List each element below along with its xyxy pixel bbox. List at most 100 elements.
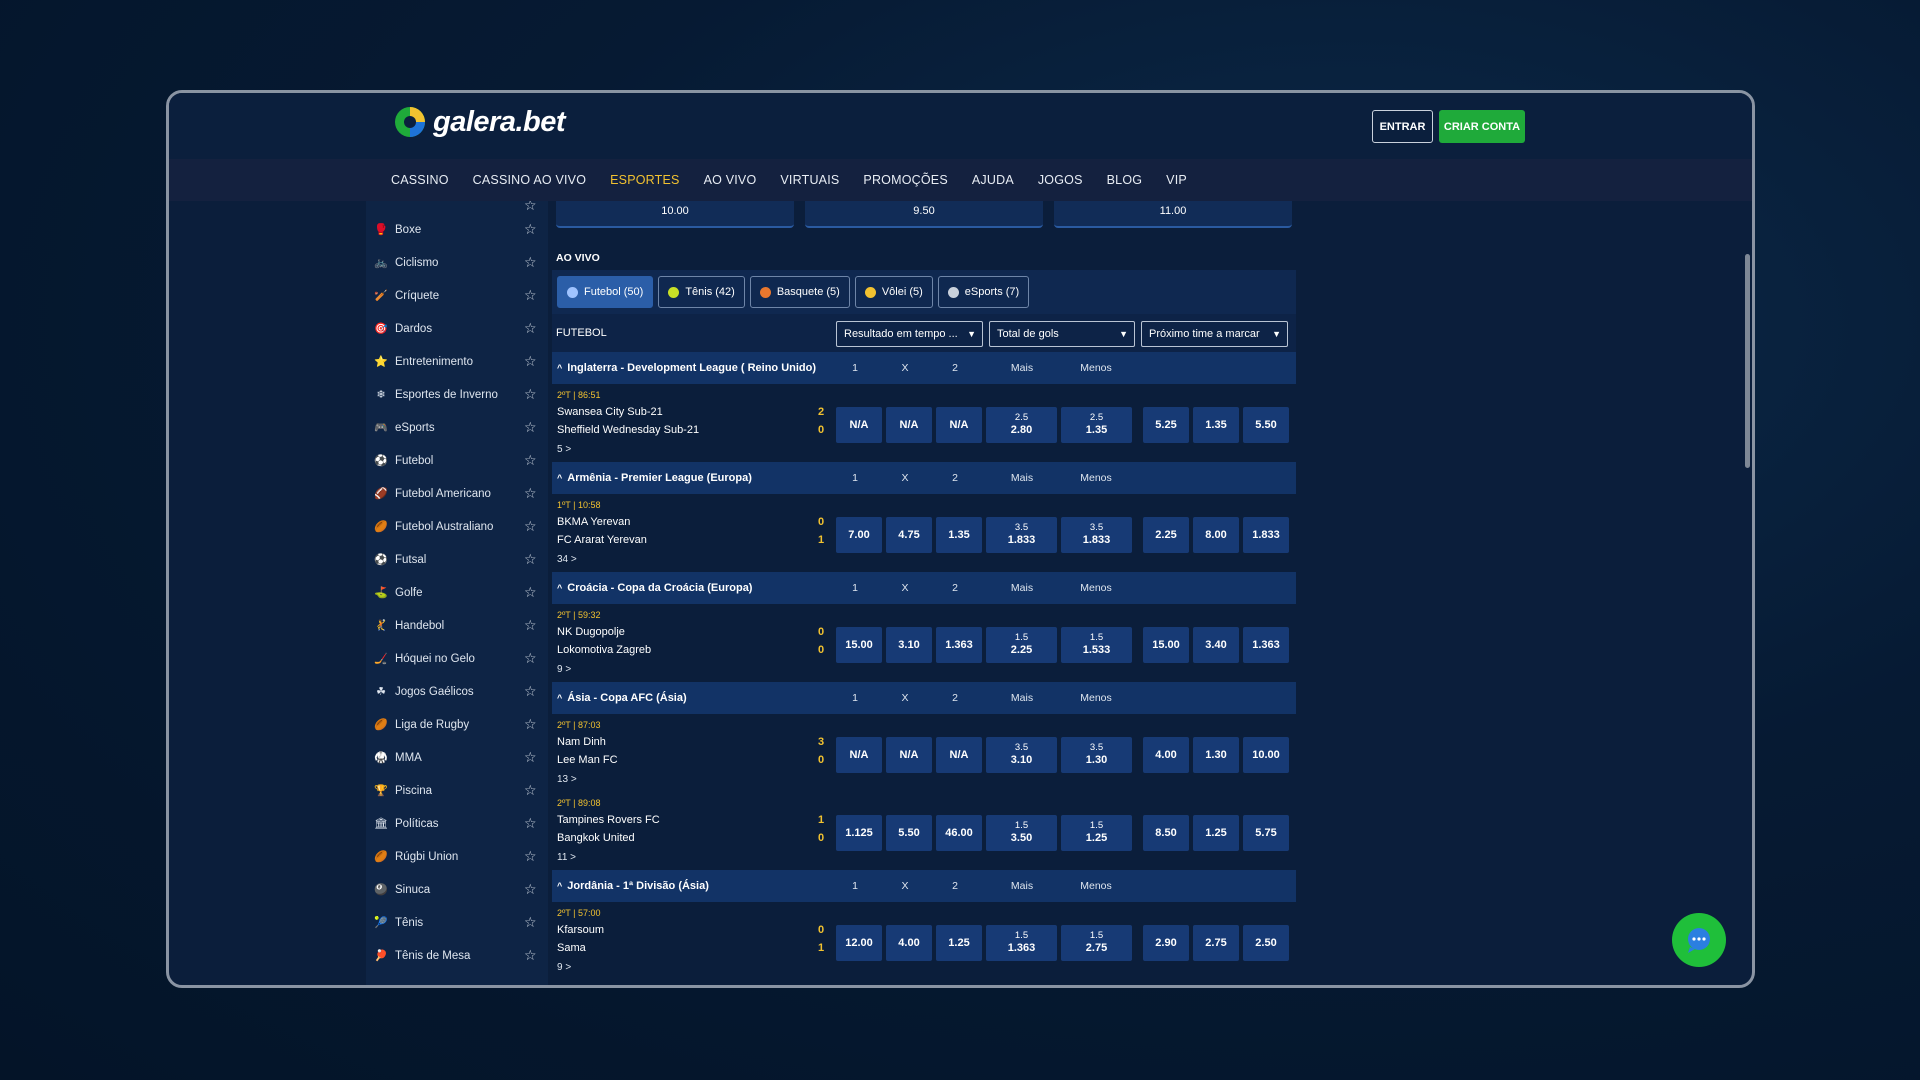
under-odd-button[interactable]: 1.5 2.75 <box>1061 925 1132 961</box>
sidebar-item[interactable]: 🏉 Liga de Rugby ☆ <box>366 708 548 741</box>
odd-button[interactable]: 1.25 <box>936 925 982 961</box>
next-team-odd-button[interactable]: 15.00 <box>1143 627 1189 663</box>
next-team-odd-button[interactable]: 1.35 <box>1193 407 1239 443</box>
away-team[interactable]: FC Ararat Yerevan <box>557 534 647 546</box>
star-icon[interactable]: ☆ <box>524 255 538 269</box>
star-icon[interactable]: ☆ <box>524 519 538 533</box>
more-markets-link[interactable]: 9 > <box>557 962 571 973</box>
odd-button[interactable]: 12.00 <box>836 925 882 961</box>
nav-link-7[interactable]: JOGOS <box>1038 173 1083 187</box>
star-icon[interactable]: ☆ <box>524 948 538 962</box>
sport-tab[interactable]: Basquete (5) <box>749 276 850 308</box>
sidebar-item[interactable]: ❄ Esportes de Inverno ☆ <box>366 378 548 411</box>
sidebar-item[interactable]: 🏉 Futebol Australiano ☆ <box>366 510 548 543</box>
sidebar-item[interactable]: ⚽ Futsal ☆ <box>366 543 548 576</box>
sidebar-item[interactable]: 🏉 Rúgbi Union ☆ <box>366 840 548 873</box>
star-icon[interactable]: ☆ <box>524 552 538 566</box>
odd-button[interactable]: 7.00 <box>836 517 882 553</box>
market-select-next-team[interactable]: Próximo time a marcar ▼ <box>1141 321 1288 347</box>
next-team-odd-button[interactable]: 5.75 <box>1243 815 1289 851</box>
star-icon[interactable]: ☆ <box>524 750 538 764</box>
sidebar-item[interactable]: 🚲 Ciclismo ☆ <box>366 246 548 279</box>
league-header[interactable]: ^ Croácia - Copa da Croácia (Europa) 1 X 2 Ma… <box>552 572 1296 604</box>
sidebar-item[interactable]: 🏓 Tênis de Mesa ☆ <box>366 939 548 972</box>
more-markets-link[interactable]: 9 > <box>557 664 571 675</box>
league-header[interactable]: ^ Armênia - Premier League (Europa) 1 X 2 Mai… <box>552 462 1296 494</box>
sidebar-item[interactable]: 🥋 MMA ☆ <box>366 741 548 774</box>
home-team[interactable]: Swansea City Sub-21 <box>557 406 663 418</box>
nav-link-3[interactable]: AO VIVO <box>704 173 757 187</box>
sport-tab[interactable]: Futebol (50) <box>557 276 654 308</box>
nav-link-9[interactable]: VIP <box>1166 173 1187 187</box>
nav-link-0[interactable]: CASSINO <box>391 173 449 187</box>
page-scrollbar[interactable] <box>1745 254 1750 468</box>
nav-link-1[interactable]: CASSINO AO VIVO <box>473 173 586 187</box>
nav-link-5[interactable]: PROMOÇÕES <box>863 173 947 187</box>
next-team-odd-button[interactable]: 2.90 <box>1143 925 1189 961</box>
chevron-up-icon[interactable]: ^ <box>557 583 562 593</box>
sidebar-item[interactable]: ⭐ Entretenimento ☆ <box>366 345 548 378</box>
over-odd-button[interactable]: 1.5 3.50 <box>986 815 1057 851</box>
more-markets-link[interactable]: 34 > <box>557 554 577 565</box>
market-select-total-goals[interactable]: Total de gols ▼ <box>989 321 1135 347</box>
odd-button[interactable]: N/A <box>836 407 882 443</box>
next-team-odd-button[interactable]: 2.50 <box>1243 925 1289 961</box>
star-icon[interactable]: ☆ <box>524 783 538 797</box>
chevron-up-icon[interactable]: ^ <box>557 363 562 373</box>
star-icon[interactable]: ☆ <box>524 486 538 500</box>
star-icon[interactable]: ☆ <box>524 618 538 632</box>
sidebar-item[interactable]: 🏛 Políticas ☆ <box>366 807 548 840</box>
chevron-up-icon[interactable]: ^ <box>557 881 562 891</box>
next-team-odd-button[interactable]: 1.30 <box>1193 737 1239 773</box>
sidebar-item[interactable]: 🏈 Futebol Americano ☆ <box>366 477 548 510</box>
under-odd-button[interactable]: 1.5 1.533 <box>1061 627 1132 663</box>
home-team[interactable]: BKMA Yerevan <box>557 516 630 528</box>
home-team[interactable]: NK Dugopolje <box>557 626 625 638</box>
odd-button[interactable]: N/A <box>886 737 932 773</box>
away-team[interactable]: Lokomotiva Zagreb <box>557 644 651 656</box>
league-header[interactable]: ^ Inglaterra - Development League ( Reino… <box>552 352 1296 384</box>
star-icon[interactable]: ☆ <box>524 222 538 236</box>
market-select-result[interactable]: Resultado em tempo ... ▼ <box>836 321 983 347</box>
over-odd-button[interactable]: 2.5 2.80 <box>986 407 1057 443</box>
odd-button[interactable]: 5.50 <box>886 815 932 851</box>
sport-tab[interactable]: Tênis (42) <box>658 276 745 308</box>
odd-button[interactable]: 46.00 <box>936 815 982 851</box>
sidebar-item[interactable]: 🎯 Dardos ☆ <box>366 312 548 345</box>
sidebar-item[interactable]: 🎾 Tênis ☆ <box>366 906 548 939</box>
more-markets-link[interactable]: 5 > <box>557 444 571 455</box>
next-team-odd-button[interactable]: 2.75 <box>1193 925 1239 961</box>
chevron-up-icon[interactable]: ^ <box>557 693 562 703</box>
sidebar-item[interactable]: ⛳ Golfe ☆ <box>366 576 548 609</box>
odd-button[interactable]: 3.10 <box>886 627 932 663</box>
odd-button[interactable]: 1.363 <box>936 627 982 663</box>
star-icon[interactable]: ☆ <box>524 354 538 368</box>
next-team-odd-button[interactable]: 1.25 <box>1193 815 1239 851</box>
star-icon[interactable]: ☆ <box>524 816 538 830</box>
nav-link-8[interactable]: BLOG <box>1107 173 1143 187</box>
nav-link-6[interactable]: AJUDA <box>972 173 1014 187</box>
star-icon[interactable]: ☆ <box>524 387 538 401</box>
next-team-odd-button[interactable]: 8.50 <box>1143 815 1189 851</box>
more-markets-link[interactable]: 13 > <box>557 774 577 785</box>
star-icon[interactable]: ☆ <box>524 585 538 599</box>
chat-button[interactable] <box>1672 913 1726 967</box>
odd-button[interactable]: 15.00 <box>836 627 882 663</box>
sidebar-item[interactable]: 🎮 eSports ☆ <box>366 411 548 444</box>
odd-button[interactable]: N/A <box>886 407 932 443</box>
away-team[interactable]: Lee Man FC <box>557 754 618 766</box>
next-team-odd-button[interactable]: 4.00 <box>1143 737 1189 773</box>
league-header[interactable]: ^ Jordânia - 1ª Divisão (Ásia) 1 X 2 Mais Meno… <box>552 870 1296 902</box>
league-header[interactable]: ^ Ásia - Copa AFC (Ásia) 1 X 2 Mais Menos <box>552 682 1296 714</box>
next-team-odd-button[interactable]: 1.363 <box>1243 627 1289 663</box>
sidebar-item[interactable]: 🏏 Críquete ☆ <box>366 279 548 312</box>
sidebar-item[interactable]: 🥊 Boxe ☆ <box>366 213 548 246</box>
star-icon[interactable]: ☆ <box>524 849 538 863</box>
star-icon[interactable]: ☆ <box>524 882 538 896</box>
odd-button[interactable]: 1.125 <box>836 815 882 851</box>
star-icon[interactable]: ☆ <box>524 288 538 302</box>
top-odd-button[interactable]: 9.50 <box>805 201 1043 228</box>
over-odd-button[interactable]: 1.5 1.363 <box>986 925 1057 961</box>
more-markets-link[interactable]: 11 > <box>557 852 576 863</box>
away-team[interactable]: Bangkok United <box>557 832 635 844</box>
